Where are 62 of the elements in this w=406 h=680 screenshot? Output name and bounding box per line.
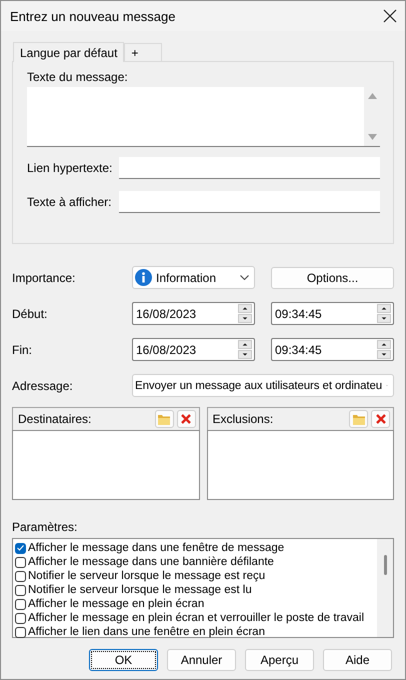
info-icon: [135, 269, 152, 286]
checkbox-label[interactable]: Afficher le message dans une bannière défilante: [28, 556, 274, 568]
scroll-thumb[interactable]: [384, 555, 386, 575]
field-label: Texte à afficher:: [27, 195, 112, 209]
spin-field[interactable]: 16/08/2023: [132, 302, 255, 325]
field-label: Importance:: [12, 270, 76, 284]
checkbox-label[interactable]: Notifier le serveur lorsque le message est lu: [28, 584, 252, 596]
panel-label: Destinataires:: [18, 412, 92, 426]
field-label: Adressage:: [12, 378, 74, 392]
close-icon[interactable]: [383, 9, 397, 23]
list-box[interactable]: [206, 430, 394, 500]
spin-field[interactable]: 09:34:45: [271, 338, 394, 361]
folder-icon: [158, 414, 170, 424]
input-field[interactable]: [119, 157, 380, 179]
field-label: Texte du message:: [27, 70, 129, 84]
addressing-dropdown[interactable]: Envoyer un message aux utilisateurs et ordinateu: [132, 374, 394, 397]
input-field[interactable]: [119, 191, 380, 213]
checkbox-label[interactable]: Afficher le message en plein écran et verrouiller le poste de travail: [28, 612, 364, 624]
importance-dropdown[interactable]: Information: [132, 266, 255, 289]
checkbox-label[interactable]: Afficher le lien dans une fenêtre en plein écran: [28, 626, 265, 638]
close-icon: [376, 414, 386, 424]
message-field[interactable]: [27, 87, 380, 147]
list-box[interactable]: [12, 430, 200, 500]
checkbox[interactable]: [15, 612, 26, 624]
folder-icon: [352, 414, 364, 424]
spin-up-icon[interactable]: [377, 340, 391, 349]
options-button[interactable]: Options...: [271, 266, 394, 288]
dialog-button[interactable]: Aperçu: [245, 649, 314, 671]
spin-down-icon[interactable]: [377, 314, 391, 323]
panel-label: Exclusions:: [212, 412, 274, 426]
checkbox[interactable]: [15, 584, 26, 596]
tab[interactable]: +: [124, 43, 162, 61]
spin-field[interactable]: 09:34:45: [271, 302, 394, 325]
field-label: Fin:: [12, 342, 34, 356]
spin-up-icon[interactable]: [377, 304, 391, 313]
spin-down-icon[interactable]: [377, 350, 391, 359]
spin-down-icon[interactable]: [238, 350, 252, 359]
checkbox-label[interactable]: Notifier le serveur lorsque le message est reçu: [28, 570, 266, 582]
field-label: Lien hypertexte:: [27, 161, 114, 175]
field-label: Début:: [12, 306, 48, 320]
dialog-button[interactable]: OK: [89, 649, 158, 671]
tab[interactable]: Langue par défaut: [13, 42, 124, 62]
spin-down-icon[interactable]: [238, 314, 252, 323]
dialog-button[interactable]: Annuler: [167, 649, 236, 671]
chevron-down-icon: [240, 275, 249, 280]
checkbox-label[interactable]: Afficher le message dans une fenêtre de message: [28, 542, 284, 554]
spin-up-icon[interactable]: [238, 304, 252, 313]
settings-list[interactable]: [12, 538, 394, 638]
checkbox[interactable]: [15, 626, 26, 638]
delete-button[interactable]: [176, 410, 196, 428]
close-icon: [181, 414, 191, 424]
checkbox[interactable]: [15, 598, 26, 610]
delete-button[interactable]: [371, 410, 390, 428]
checkbox[interactable]: [15, 570, 26, 582]
spin-field[interactable]: 16/08/2023: [132, 338, 255, 361]
section-label: Paramètres:: [12, 520, 78, 535]
window-title: Entrez un nouveau message: [10, 8, 176, 24]
checkbox[interactable]: [15, 542, 26, 554]
checkbox-label[interactable]: Afficher le message en plein écran: [28, 598, 204, 610]
dialog-button[interactable]: Aide: [323, 649, 392, 671]
checkbox[interactable]: [15, 556, 26, 568]
spin-up-icon[interactable]: [238, 340, 252, 349]
